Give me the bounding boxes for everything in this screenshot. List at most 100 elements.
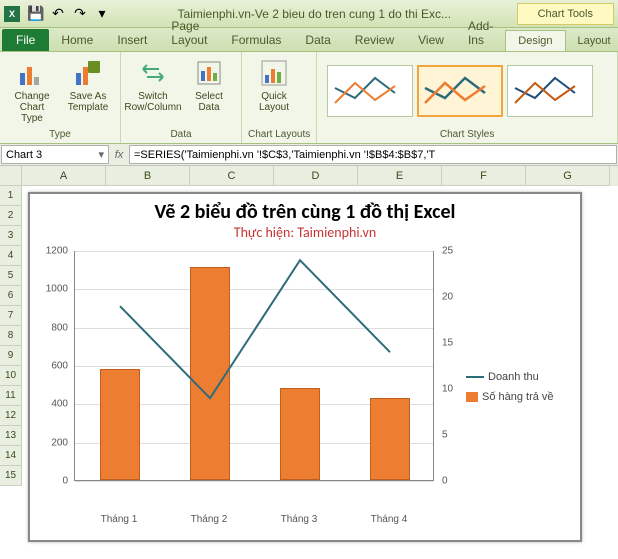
x-tick: Tháng 1 <box>74 514 164 525</box>
row-header[interactable]: 12 <box>0 406 22 426</box>
excel-icon: X <box>4 6 20 22</box>
row-header[interactable]: 13 <box>0 426 22 446</box>
title-bar: X 💾 ↶ ↷ ▾ Taimienphi.vn-Ve 2 bieu do tre… <box>0 0 618 28</box>
group-type: Change Chart Type Save As Template Type <box>0 52 121 143</box>
row-header[interactable]: 3 <box>0 226 22 246</box>
chart-object[interactable]: Vẽ 2 biểu đồ trên cùng 1 đồ thị Excel Th… <box>28 192 582 542</box>
name-box-value: Chart 3 <box>6 149 42 161</box>
chart-style-3[interactable] <box>507 65 593 117</box>
y-axis-right: 0510152025 <box>440 251 462 481</box>
quick-layout-icon <box>258 57 290 89</box>
chart-tools-label: Chart Tools <box>517 3 614 25</box>
chart-styles-gallery <box>323 55 611 127</box>
tab-data[interactable]: Data <box>293 29 342 51</box>
select-data-button[interactable]: Select Data <box>183 55 235 115</box>
row-header[interactable]: 11 <box>0 386 22 406</box>
group-data: Switch Row/Column Select Data Data <box>121 52 242 143</box>
qat-dropdown-icon[interactable]: ▾ <box>92 4 112 24</box>
legend-label-1: Doanh thu <box>488 371 539 383</box>
row-header[interactable]: 8 <box>0 326 22 346</box>
grid: ABCDEFG Vẽ 2 biểu đồ trên cùng 1 đồ thị … <box>22 166 618 559</box>
group-type-label: Type <box>6 127 114 140</box>
tab-insert[interactable]: Insert <box>105 29 159 51</box>
chart-type-icon <box>16 57 48 89</box>
worksheet: 123456789101112131415 ABCDEFG Vẽ 2 biểu … <box>0 166 618 559</box>
plot-wrap: 020040060080010001200 0510152025 Tháng 1… <box>30 241 580 531</box>
name-box-dropdown-icon[interactable]: ▾ <box>98 148 104 161</box>
save-icon[interactable]: 💾 <box>26 4 46 24</box>
save-template-label: Save As Template <box>66 91 110 113</box>
tab-home[interactable]: Home <box>49 29 105 51</box>
plot-rect <box>74 251 434 481</box>
formula-bar-row: Chart 3 ▾ fx =SERIES('Taimienphi.vn '!$C$… <box>0 144 618 166</box>
row-header[interactable]: 4 <box>0 246 22 266</box>
select-data-icon <box>193 57 225 89</box>
change-chart-type-button[interactable]: Change Chart Type <box>6 55 58 126</box>
legend-item-1: Doanh thu <box>466 371 576 383</box>
legend-label-2: Số hàng trả về <box>482 391 554 403</box>
row-header[interactable]: 7 <box>0 306 22 326</box>
col-header[interactable]: E <box>358 166 442 186</box>
row-header[interactable]: 5 <box>0 266 22 286</box>
redo-icon[interactable]: ↷ <box>70 4 90 24</box>
tab-file[interactable]: File <box>2 29 49 51</box>
tab-addins[interactable]: Add-Ins <box>456 15 505 51</box>
y-axis-left: 020040060080010001200 <box>40 251 70 481</box>
tab-review[interactable]: Review <box>343 29 406 51</box>
quick-access-toolbar: X 💾 ↶ ↷ ▾ <box>4 4 112 24</box>
chart-title[interactable]: Vẽ 2 biểu đồ trên cùng 1 đồ thị Excel <box>30 194 580 224</box>
switch-icon <box>137 57 169 89</box>
change-chart-type-label: Change Chart Type <box>10 91 54 124</box>
tab-page-layout[interactable]: Page Layout <box>159 15 219 51</box>
plot-area[interactable]: 020040060080010001200 0510152025 Tháng 1… <box>74 251 436 507</box>
line-series[interactable] <box>75 251 435 481</box>
row-headers: 123456789101112131415 <box>0 186 22 486</box>
group-chart-styles: Chart Styles <box>317 52 618 143</box>
name-box[interactable]: Chart 3 ▾ <box>1 145 109 164</box>
legend-line-icon <box>466 376 484 378</box>
col-header[interactable]: B <box>106 166 190 186</box>
undo-icon[interactable]: ↶ <box>48 4 68 24</box>
row-header[interactable]: 2 <box>0 206 22 226</box>
select-data-label: Select Data <box>187 91 231 113</box>
switch-label: Switch Row/Column <box>124 91 181 113</box>
x-tick: Tháng 2 <box>164 514 254 525</box>
quick-layout-button[interactable]: Quick Layout <box>248 55 300 115</box>
col-header[interactable]: D <box>274 166 358 186</box>
switch-row-column-button[interactable]: Switch Row/Column <box>127 55 179 115</box>
row-header[interactable]: 10 <box>0 366 22 386</box>
group-layouts-label: Chart Layouts <box>248 127 310 140</box>
select-all-corner[interactable] <box>0 166 22 186</box>
group-styles-label: Chart Styles <box>323 127 611 140</box>
save-template-icon <box>72 57 104 89</box>
cells-area[interactable]: Vẽ 2 biểu đồ trên cùng 1 đồ thị Excel Th… <box>22 186 618 559</box>
row-header[interactable]: 14 <box>0 446 22 466</box>
group-chart-layouts: Quick Layout Chart Layouts <box>242 52 317 143</box>
legend-item-2: Số hàng trả về <box>466 391 576 403</box>
tab-layout[interactable]: Layout <box>566 31 618 51</box>
chart-style-1[interactable] <box>327 65 413 117</box>
row-header[interactable]: 15 <box>0 466 22 486</box>
col-header[interactable]: F <box>442 166 526 186</box>
formula-text: =SERIES('Taimienphi.vn '!$C$3,'Taimienph… <box>134 149 435 161</box>
legend[interactable]: Doanh thu Số hàng trả về <box>466 247 576 527</box>
chart-subtitle[interactable]: Thực hiện: Taimienphi.vn <box>30 224 580 241</box>
column-headers: ABCDEFG <box>22 166 618 186</box>
col-header[interactable]: C <box>190 166 274 186</box>
tab-design[interactable]: Design <box>505 30 565 51</box>
row-header[interactable]: 6 <box>0 286 22 306</box>
chart-style-2[interactable] <box>417 65 503 117</box>
ribbon-tabs: File Home Insert Page Layout Formulas Da… <box>0 28 618 52</box>
legend-box-icon <box>466 392 478 402</box>
col-header[interactable]: A <box>22 166 106 186</box>
col-header[interactable]: G <box>526 166 610 186</box>
row-header[interactable]: 9 <box>0 346 22 366</box>
formula-bar[interactable]: =SERIES('Taimienphi.vn '!$C$3,'Taimienph… <box>129 145 617 164</box>
tab-view[interactable]: View <box>406 29 456 51</box>
fx-icon[interactable]: fx <box>110 144 128 165</box>
x-tick: Tháng 4 <box>344 514 434 525</box>
ribbon: Change Chart Type Save As Template Type … <box>0 52 618 144</box>
row-header[interactable]: 1 <box>0 186 22 206</box>
tab-formulas[interactable]: Formulas <box>219 29 293 51</box>
save-template-button[interactable]: Save As Template <box>62 55 114 126</box>
